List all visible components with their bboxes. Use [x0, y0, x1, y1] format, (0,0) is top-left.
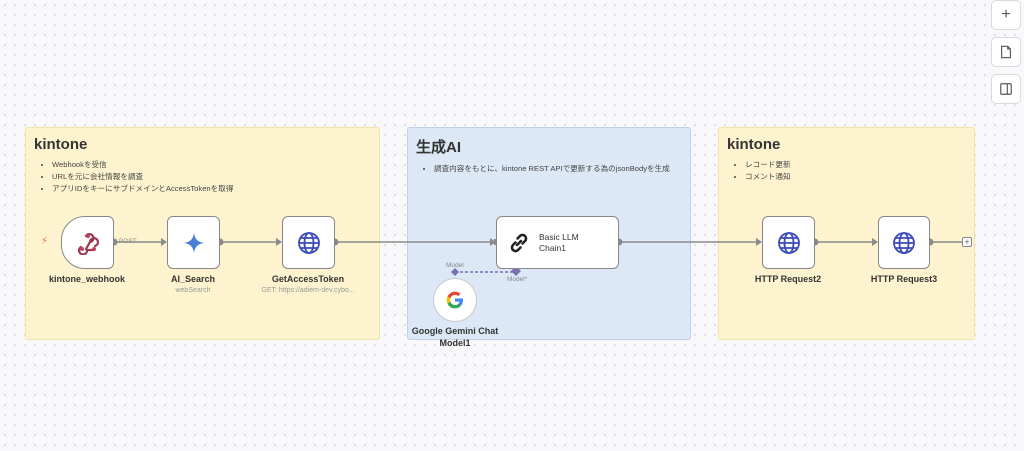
note-icon [1001, 45, 1011, 59]
zoom-in-button[interactable]: + [991, 0, 1021, 30]
node-label: kintone_webhook [48, 274, 126, 284]
node-label: HTTP Request2 [754, 274, 822, 284]
node-label: Model1 [439, 338, 471, 348]
node-subtitle: GET: https://adiem-dev.cybo... [261, 287, 355, 294]
plus-icon: + [1001, 6, 1011, 23]
node-google-gemini-chat-model[interactable] [433, 278, 477, 322]
model-port-handle [451, 268, 459, 276]
model-required-label: Model* [507, 276, 528, 283]
llm-label: Basic LLM Chain1 [539, 232, 579, 254]
node-label: GetAccessToken [271, 274, 345, 284]
add-next-node-button[interactable]: + [962, 237, 972, 247]
node-get-access-token[interactable] [282, 216, 335, 269]
globe-icon [777, 231, 800, 254]
node-http-request3[interactable] [878, 216, 930, 269]
node-http-request2[interactable] [762, 216, 815, 269]
node-label: AI_Search [170, 274, 216, 284]
trigger-bolt-icon: ⚡ [41, 236, 49, 247]
webhook-icon [77, 232, 99, 255]
node-label: HTTP Request3 [870, 274, 938, 284]
model-port-label: Model [446, 262, 464, 269]
globe-icon [893, 231, 915, 254]
globe-icon [297, 231, 320, 254]
side-panel-icon [1000, 83, 1012, 95]
llm-label-line1: Basic LLM [539, 231, 579, 242]
google-icon [446, 291, 463, 309]
edge-label-post: POST [119, 238, 137, 245]
workflow-canvas[interactable]: kintone Webhookを受信 URLを元に会社情報を調査 アプリIDをキ… [0, 0, 1024, 451]
link-chain-icon [510, 233, 528, 252]
node-kintone-webhook[interactable] [61, 216, 114, 269]
node-subtitle: webSearch [175, 287, 211, 294]
node-ai-search[interactable] [167, 216, 220, 269]
sticky-note-button[interactable] [991, 37, 1021, 67]
node-label: Google Gemini Chat [411, 326, 499, 336]
node-basic-llm-chain[interactable]: Basic LLM Chain1 [496, 216, 619, 269]
llm-label-line2: Chain1 [539, 242, 566, 253]
sparkle-icon [183, 232, 204, 253]
panel-toggle-button[interactable] [991, 74, 1021, 104]
